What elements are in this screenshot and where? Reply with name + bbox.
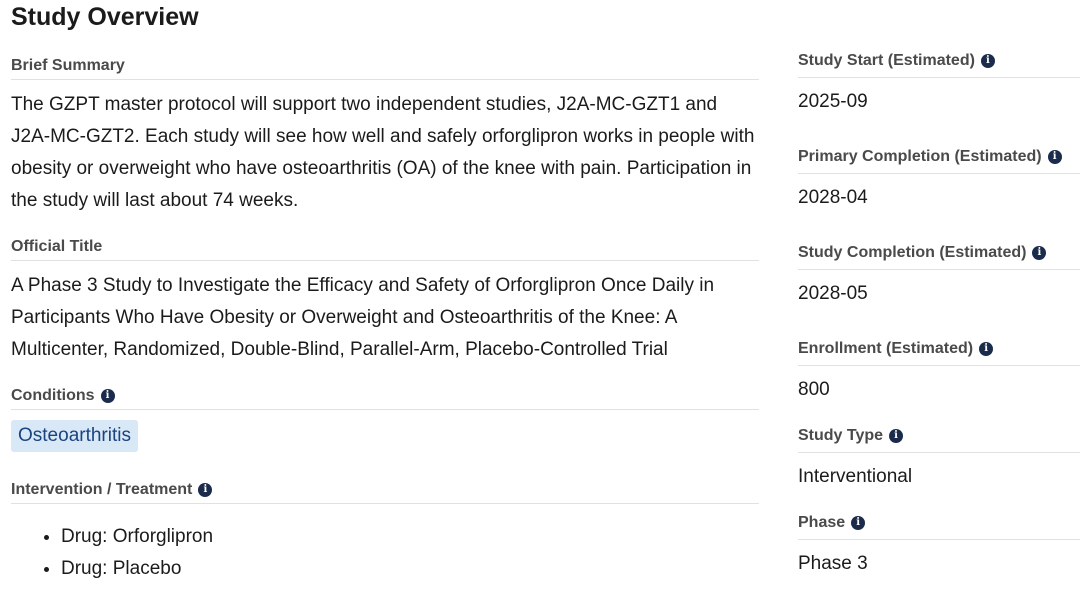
study-type-item: Study Type i Interventional <box>798 425 1080 490</box>
study-start-item: Study Start (Estimated) i 2025-09 <box>798 50 1080 115</box>
info-icon[interactable]: i <box>851 516 866 530</box>
conditions-header: Conditions i <box>11 386 759 410</box>
intervention-label: Intervention / Treatment <box>11 481 193 498</box>
study-start-header: Study Start (Estimated) i <box>798 50 1080 78</box>
primary-completion-header: Primary Completion (Estimated) i <box>798 146 1080 174</box>
brief-summary-label: Brief Summary <box>11 56 759 80</box>
phase-header: Phase i <box>798 512 1080 540</box>
page-title: Study Overview <box>11 3 199 31</box>
info-icon[interactable]: i <box>1047 150 1062 164</box>
info-icon[interactable]: i <box>1032 246 1047 260</box>
info-icon[interactable]: i <box>979 342 994 356</box>
phase-value: Phase 3 <box>798 553 868 574</box>
primary-completion-value: 2028-04 <box>798 187 868 208</box>
enrollment-label: Enrollment (Estimated) <box>798 340 974 357</box>
intervention-header: Intervention / Treatment i <box>11 480 759 504</box>
enrollment-header: Enrollment (Estimated) i <box>798 338 1080 366</box>
conditions-label: Conditions <box>11 387 95 404</box>
phase-item: Phase i Phase 3 <box>798 512 1080 577</box>
study-start-label: Study Start (Estimated) <box>798 52 975 69</box>
study-completion-header: Study Completion (Estimated) i <box>798 242 1080 270</box>
study-type-value: Interventional <box>798 466 913 487</box>
conditions-section: Conditions i Osteoarthritis <box>11 386 759 452</box>
intervention-list: Drug: Orforglipron Drug: Placebo <box>11 521 759 585</box>
intervention-section: Intervention / Treatment i Drug: Orforgl… <box>11 480 759 585</box>
primary-completion-item: Primary Completion (Estimated) i 2028-04 <box>798 146 1080 211</box>
info-icon[interactable]: i <box>980 54 995 68</box>
study-type-header: Study Type i <box>798 425 1080 453</box>
brief-summary-text: The GZPT master protocol will support tw… <box>11 94 755 211</box>
main-content: Brief Summary The GZPT master protocol w… <box>11 56 759 585</box>
study-start-value: 2025-09 <box>798 91 868 112</box>
study-completion-label: Study Completion (Estimated) <box>798 244 1027 261</box>
info-icon[interactable]: i <box>889 429 904 443</box>
study-type-label: Study Type <box>798 427 884 444</box>
intervention-item: Drug: Orforglipron <box>61 521 759 553</box>
phase-label: Phase <box>798 514 846 531</box>
intervention-item: Drug: Placebo <box>61 553 759 585</box>
study-details-sidebar: Study Start (Estimated) i 2025-09 Primar… <box>798 50 1080 599</box>
info-icon[interactable]: i <box>198 483 213 497</box>
enrollment-item: Enrollment (Estimated) i 800 <box>798 338 1080 403</box>
study-completion-item: Study Completion (Estimated) i 2028-05 <box>798 242 1080 307</box>
study-completion-value: 2028-05 <box>798 283 868 304</box>
primary-completion-label: Primary Completion (Estimated) <box>798 148 1042 165</box>
brief-summary-section: Brief Summary The GZPT master protocol w… <box>11 56 759 217</box>
official-title-label: Official Title <box>11 237 759 261</box>
enrollment-value: 800 <box>798 379 830 400</box>
condition-tag[interactable]: Osteoarthritis <box>11 420 138 452</box>
official-title-text: A Phase 3 Study to Investigate the Effic… <box>11 275 715 360</box>
info-icon[interactable]: i <box>100 389 115 403</box>
official-title-section: Official Title A Phase 3 Study to Invest… <box>11 237 759 366</box>
